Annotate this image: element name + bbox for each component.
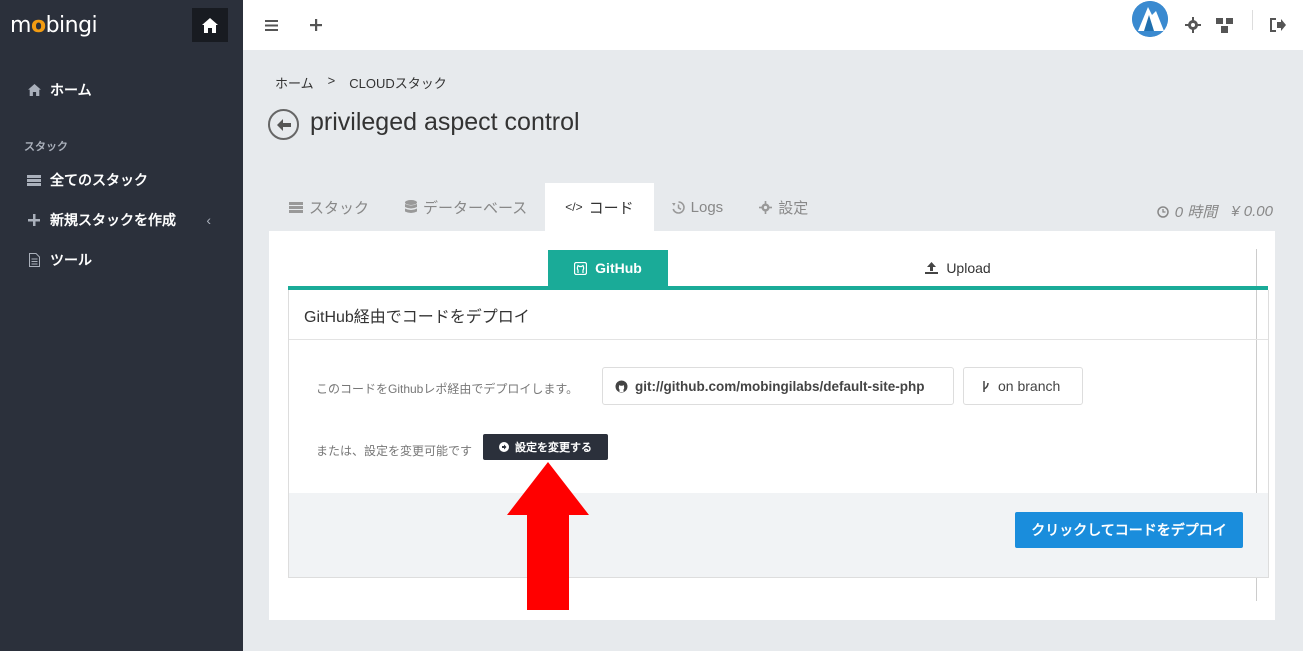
- home-icon: [202, 17, 218, 33]
- deploy-button[interactable]: クリックしてコードをデプロイ: [1015, 512, 1243, 548]
- home-icon: [26, 84, 42, 96]
- cubes-button[interactable]: [1209, 10, 1239, 40]
- history-icon: [671, 200, 685, 214]
- breadcrumb: ホーム > CLOUDスタック: [275, 73, 447, 92]
- code-icon: </>: [565, 200, 583, 214]
- usage-cost: ¥ 0.00: [1231, 203, 1273, 220]
- subtab-github[interactable]: GitHub: [548, 250, 668, 286]
- breadcrumb-home[interactable]: ホーム: [275, 73, 314, 92]
- plus-icon: [26, 214, 42, 226]
- sidebar-item-label: 全てのスタック: [50, 172, 148, 188]
- subtab-label: Upload: [946, 260, 991, 276]
- topbar-divider: [1252, 10, 1253, 30]
- sidebar-item-label: 新規スタックを作成: [50, 212, 176, 228]
- database-icon: [405, 200, 418, 213]
- branch-icon: [983, 380, 989, 392]
- repo-field[interactable]: git://github.com/mobingilabs/default-sit…: [602, 367, 954, 405]
- gear-icon: [759, 200, 773, 214]
- tab-settings[interactable]: 設定: [741, 183, 826, 231]
- chevron-left-icon: ‹: [206, 212, 211, 228]
- logo-rest: bingi: [45, 12, 98, 38]
- menu-icon: [264, 19, 278, 31]
- settings-button[interactable]: [1178, 10, 1208, 40]
- tab-stack[interactable]: スタック: [271, 183, 387, 231]
- github-icon: [574, 261, 588, 275]
- logout-button[interactable]: [1263, 10, 1293, 40]
- clock-icon: [1157, 205, 1169, 218]
- change-settings-button[interactable]: 設定を変更する: [483, 434, 608, 460]
- tab-label: データーベース: [423, 199, 528, 217]
- tab-logs[interactable]: Logs: [654, 183, 742, 231]
- tab-label: コード: [588, 199, 634, 217]
- sidebar-item-label: ホーム: [50, 82, 92, 98]
- tab-code[interactable]: </> コード: [545, 183, 654, 231]
- usage-hours: 0 時間: [1174, 204, 1218, 221]
- avatar[interactable]: [1132, 1, 1168, 37]
- arrow-circle-right-icon: [499, 442, 509, 452]
- add-button[interactable]: [301, 10, 331, 40]
- server-icon: [289, 201, 303, 213]
- sidebar-section-label: スタック: [24, 141, 68, 153]
- stack-tabs: スタック データーベース </> コード Logs 設定: [271, 183, 826, 231]
- sidebar-nav: ホーム スタック 全てのスタック 新規スタックを作成 ‹ ツール: [0, 50, 243, 280]
- tab-database[interactable]: データーベース: [387, 183, 545, 231]
- tab-label: Logs: [690, 198, 724, 216]
- deploy-source-tabs: GitHub Upload: [288, 250, 1268, 290]
- deploy-description: このコードをGithubレポ経由でデプロイします。: [316, 382, 579, 396]
- github-deploy-card: GitHub経由でコードをデプロイ このコードをGithubレポ経由でデプロイし…: [288, 290, 1269, 578]
- repo-url: git://github.com/mobingilabs/default-sit…: [635, 378, 925, 394]
- list-icon: [26, 174, 42, 186]
- change-settings-label: 設定を変更する: [515, 442, 592, 454]
- menu-toggle-button[interactable]: [256, 10, 286, 40]
- subtab-upload[interactable]: Upload: [898, 250, 1018, 286]
- change-settings-text: または、設定を変更可能です: [316, 444, 473, 458]
- card-heading: GitHub経由でコードをデプロイ: [289, 290, 1268, 340]
- branch-label: on branch: [998, 378, 1061, 394]
- sidebar-item-all-stacks[interactable]: 全てのスタック: [0, 160, 243, 200]
- logo-accent: o: [30, 12, 46, 38]
- tab-label: スタック: [309, 199, 370, 217]
- top-bar: [243, 0, 1303, 50]
- usage-summary: 0 時間 ¥ 0.00: [1157, 201, 1273, 222]
- document-icon: [26, 253, 42, 267]
- arrow-left-icon: [276, 118, 291, 131]
- card-body: このコードをGithubレポ経由でデプロイします。 git://github.c…: [289, 340, 1268, 493]
- branch-field[interactable]: on branch: [963, 367, 1083, 405]
- breadcrumb-current: CLOUDスタック: [349, 76, 447, 91]
- page-title: privileged aspect control: [310, 108, 580, 136]
- sidebar-item-home[interactable]: ホーム: [0, 70, 243, 110]
- upload-icon: [925, 262, 939, 274]
- plus-icon: [310, 19, 322, 31]
- logo-bar: mobingi: [0, 0, 243, 50]
- card-footer: クリックしてコードをデプロイ: [289, 493, 1268, 577]
- back-button[interactable]: [268, 109, 299, 140]
- sidebar-item-tools[interactable]: ツール: [0, 240, 243, 280]
- sidebar: mobingi ホーム スタック 全てのスタック 新規スタックを作成 ‹ ツール: [0, 0, 243, 651]
- logo[interactable]: mobingi: [10, 12, 98, 38]
- home-button[interactable]: [192, 8, 228, 42]
- breadcrumb-separator: >: [327, 73, 336, 88]
- github-icon: [615, 380, 628, 392]
- logo-prefix: m: [10, 12, 31, 38]
- logout-icon: [1270, 18, 1286, 32]
- sidebar-item-create-stack[interactable]: 新規スタックを作成 ‹: [0, 200, 243, 240]
- tab-label: 設定: [778, 199, 809, 217]
- subtab-label: GitHub: [595, 260, 642, 276]
- code-panel: GitHub Upload GitHub経由でコードをデプロイ このコードをGi…: [269, 231, 1275, 620]
- sidebar-item-label: ツール: [50, 252, 92, 268]
- annotation-arrow-up: [507, 462, 589, 610]
- gear-icon: [1185, 17, 1201, 33]
- cubes-icon: [1215, 17, 1233, 33]
